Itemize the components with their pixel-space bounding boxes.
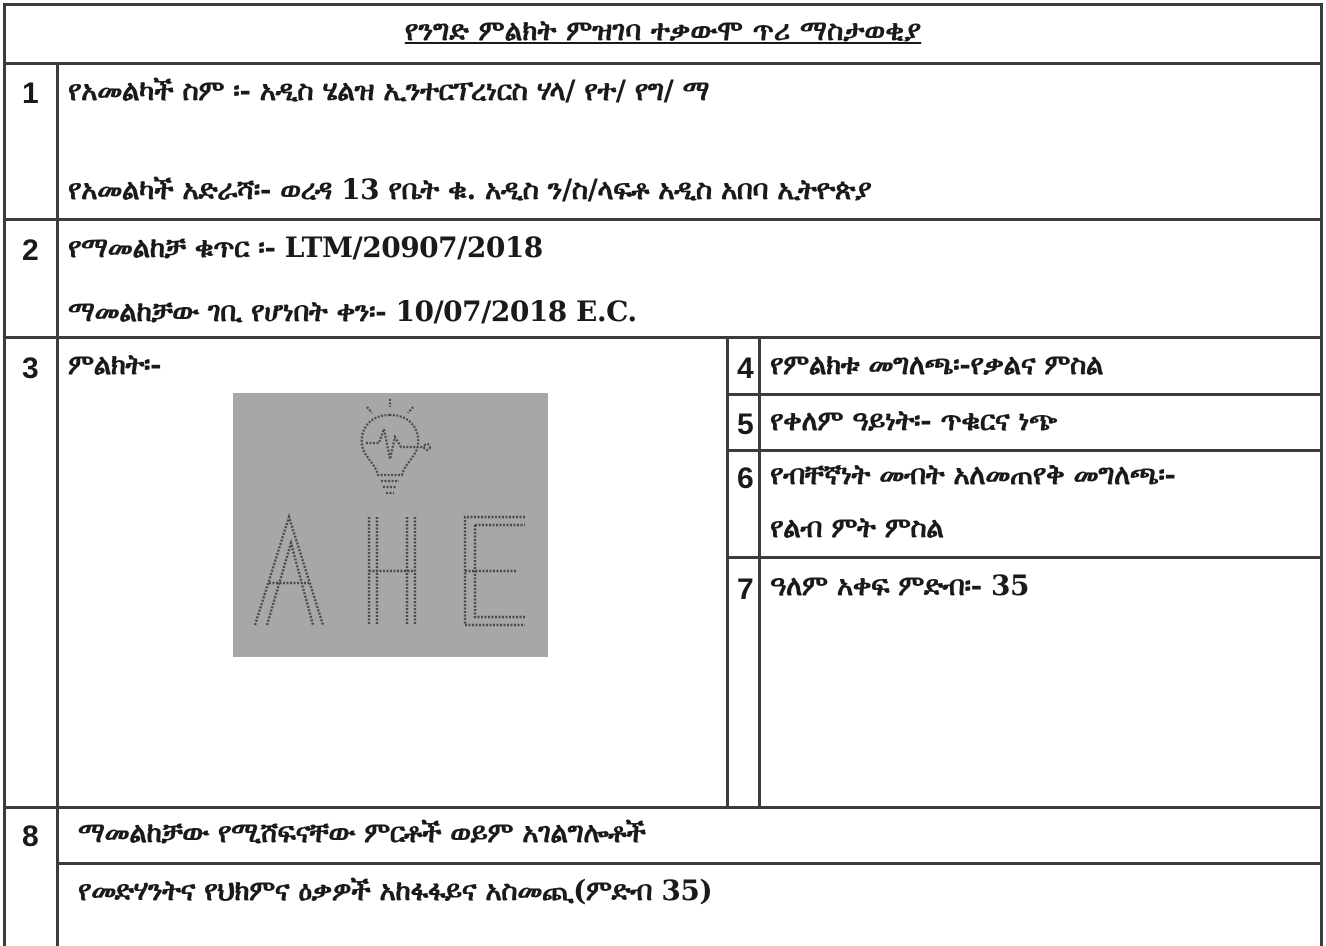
divider-detail6	[726, 556, 1323, 559]
divider-row3	[3, 806, 1323, 809]
ahe-letters	[253, 513, 525, 627]
disclaimer-value: የልብ ምት ምስል	[770, 511, 944, 544]
goods-services-text: የመድሃንትና የህክምና ዕቃዎች አከፋፋይና አስመጪ(ምድብ 35)	[78, 874, 713, 907]
border-left	[3, 3, 6, 946]
goods-services-label: ማመልከቻው የሚሸፍናቸው ምርቶች ወይም አገልግሎቶች	[78, 816, 646, 849]
row-number-2: 2	[22, 234, 39, 267]
detail-number-5: 5	[737, 408, 754, 441]
mark-label: ምልክት፡-	[68, 348, 162, 381]
lightbulb-heartbeat-logo	[253, 399, 525, 627]
application-number: የማመልከቻ ቁጥር ፡- LTM/20907/2018	[68, 231, 543, 264]
details-number-border-right	[758, 336, 761, 806]
row-number-3: 3	[22, 352, 39, 385]
trademark-logo-image	[233, 393, 548, 657]
applicant-name: የአመልካች ስም ፡- አዲስ ሄልዝ ኢንተርፕረነርስ ሃላ/ የተ/ የ…	[68, 74, 710, 107]
detail-number-4: 4	[737, 352, 754, 385]
border-top	[3, 3, 1323, 6]
number-column-border	[56, 62, 59, 946]
details-number-border-left	[726, 336, 729, 806]
border-right	[1320, 3, 1323, 946]
applicant-address: የአመልካች አድራሻ፡- ወረዳ 13 የቤት ቁ. አዲስ ን/ስ/ላፍቶ …	[68, 173, 872, 206]
row-number-1: 1	[22, 77, 39, 110]
detail-number-7: 7	[737, 573, 754, 606]
filing-date: ማመልከቻው ገቢ የሆነበት ቀን፡- 10/07/2018 E.C.	[68, 295, 637, 328]
divider-detail4	[726, 393, 1323, 396]
divider-row1	[3, 218, 1323, 221]
row-number-8: 8	[22, 820, 39, 853]
divider-row8	[56, 862, 1323, 865]
detail-number-6: 6	[737, 462, 754, 495]
color-type: የቀለም ዓይነት፡- ጥቁርና ነጭ	[770, 404, 1057, 437]
notice-title: የንግድ ምልክት ምዝገባ ተቃውሞ ጥሪ ማስታወቂያ	[404, 14, 922, 47]
lightbulb-icon	[360, 399, 432, 495]
divider-detail5	[726, 449, 1323, 452]
divider-row2	[3, 336, 1323, 339]
international-class: ዓለም አቀፍ ምድብ፡- 35	[770, 569, 1029, 602]
trademark-notice-table: የንግድ ምልክት ምዝገባ ተቃውሞ ጥሪ ማስታወቂያ 1 የአመልካች ስ…	[0, 0, 1326, 946]
mark-description: የምልክቱ መግለጫ፡-የቃልና ምስል	[770, 348, 1104, 381]
disclaimer-label: የብቸኛነት መብት አለመጠየቅ መግለጫ፡-	[770, 458, 1176, 491]
divider-title	[3, 62, 1323, 65]
